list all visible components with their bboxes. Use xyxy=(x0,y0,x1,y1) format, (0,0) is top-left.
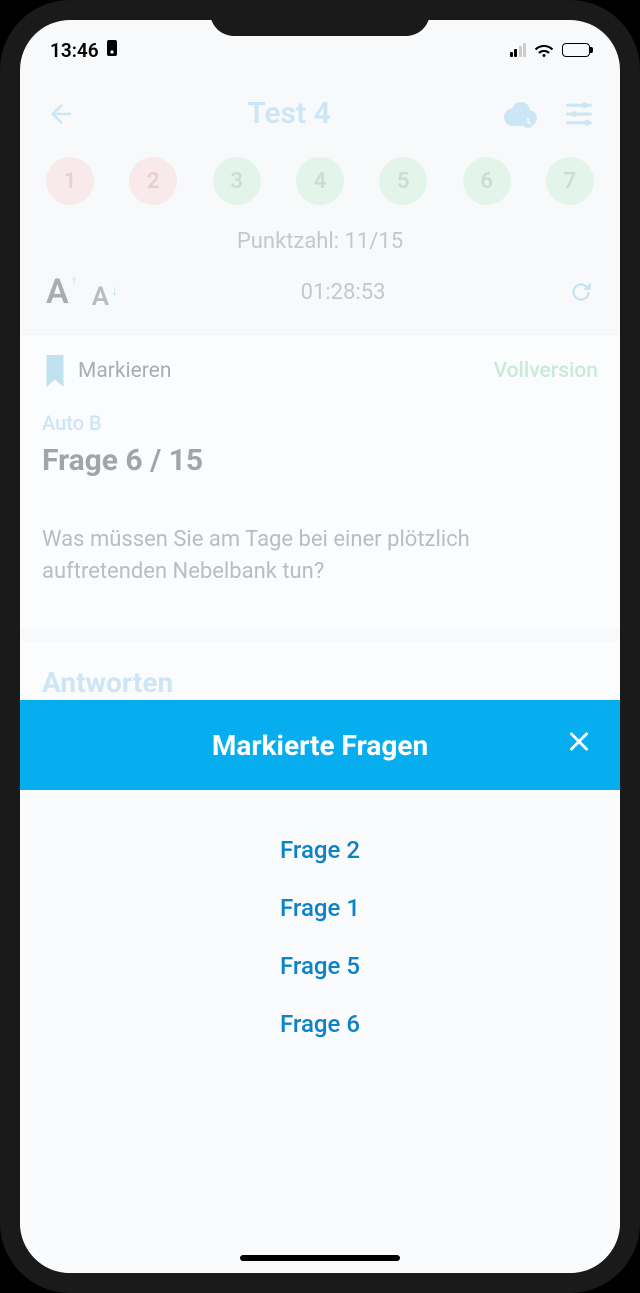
settings-sliders-icon[interactable] xyxy=(564,99,594,129)
back-button[interactable] xyxy=(46,99,76,129)
sheet-header: Markierte Fragen xyxy=(20,700,620,790)
question-number: Frage 6 / 15 xyxy=(42,443,598,478)
font-increase-button[interactable]: A↑ xyxy=(46,272,78,312)
wifi-icon xyxy=(534,43,554,58)
question-bubble-3[interactable]: 3 xyxy=(213,157,261,205)
marked-question-link[interactable]: Frage 6 xyxy=(280,1010,360,1038)
category-label: Auto B xyxy=(42,411,598,435)
font-decrease-button[interactable]: A↓ xyxy=(92,282,118,312)
marked-question-link[interactable]: Frage 1 xyxy=(280,894,360,922)
top-bar: Test 4 xyxy=(20,70,620,151)
question-bubble-7[interactable]: 7 xyxy=(546,157,594,205)
score-label: Punktzahl: 11/15 xyxy=(20,223,620,266)
question-text: Was müssen Sie am Tage bei einer plötzli… xyxy=(42,524,598,588)
question-bubble-6[interactable]: 6 xyxy=(463,157,511,205)
home-indicator[interactable] xyxy=(240,1255,400,1261)
mark-button[interactable]: Markieren xyxy=(42,355,171,387)
sheet-title: Markierte Fragen xyxy=(212,729,428,762)
timer-value: 01:28:53 xyxy=(301,280,386,305)
question-bubble-1[interactable]: 1 xyxy=(46,157,94,205)
question-card: Markieren Vollversion Auto B Frage 6 / 1… xyxy=(20,334,620,628)
cloud-sync-icon[interactable] xyxy=(502,99,538,129)
answers-heading: Antworten xyxy=(42,666,598,699)
phone-frame: 13:46 Test 4 xyxy=(0,0,640,1293)
sim-icon xyxy=(105,39,119,62)
question-bubble-2[interactable]: 2 xyxy=(129,157,177,205)
sheet-body: Frage 2 Frage 1 Frage 5 Frage 6 xyxy=(20,790,620,1084)
question-bubble-5[interactable]: 5 xyxy=(379,157,427,205)
background-content-dimmed: Test 4 1 2 3 4 5 6 7 Punktz xyxy=(20,70,620,723)
battery-icon xyxy=(562,43,590,57)
sheet-close-button[interactable] xyxy=(566,729,592,762)
refresh-button[interactable] xyxy=(568,279,594,305)
page-title: Test 4 xyxy=(247,96,330,131)
mark-label: Markieren xyxy=(78,359,171,383)
question-bubble-4[interactable]: 4 xyxy=(296,157,344,205)
timer-row: A↑ A↓ 01:28:53 xyxy=(20,266,620,330)
phone-notch xyxy=(210,0,430,36)
screen: 13:46 Test 4 xyxy=(20,20,620,1273)
status-time: 13:46 xyxy=(50,39,99,62)
marked-question-link[interactable]: Frage 2 xyxy=(280,836,360,864)
marked-question-link[interactable]: Frage 5 xyxy=(280,952,360,980)
cell-signal-icon xyxy=(510,43,527,57)
vollversion-link[interactable]: Vollversion xyxy=(494,359,598,383)
question-nav-bubbles: 1 2 3 4 5 6 7 xyxy=(20,151,620,223)
marked-questions-sheet: Markierte Fragen Frage 2 Frage 1 Frage 5… xyxy=(20,700,620,1273)
